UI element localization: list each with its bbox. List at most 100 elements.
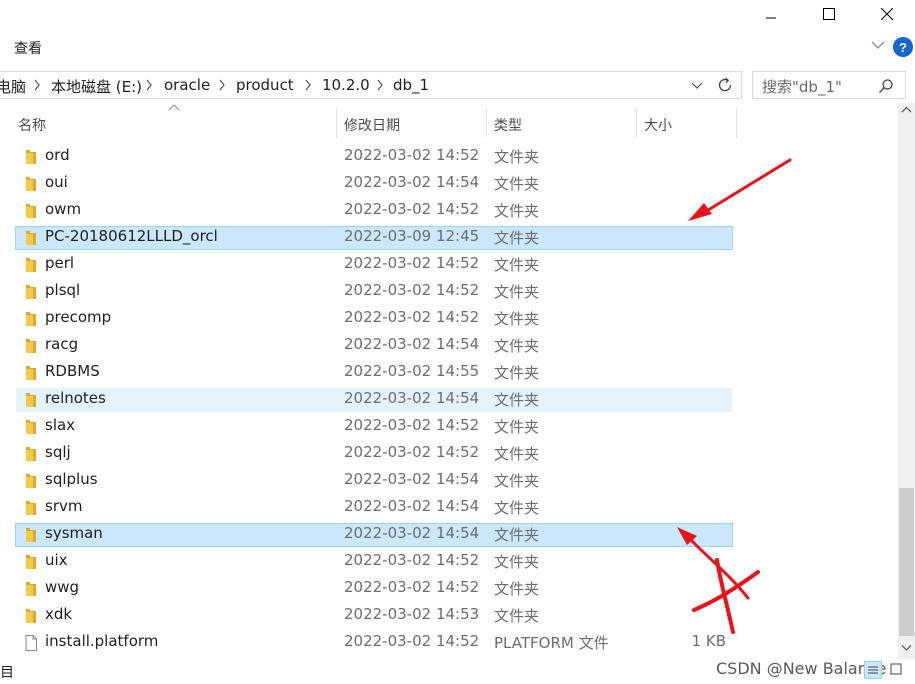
column-divider[interactable] bbox=[636, 108, 637, 138]
breadcrumb-version[interactable]: 10.2.0 bbox=[322, 76, 370, 94]
breadcrumb-oracle[interactable]: oracle bbox=[164, 76, 210, 94]
file-type: 文件夹 bbox=[494, 148, 540, 166]
file-date: 2022-03-02 14:52 bbox=[344, 308, 480, 326]
details-view-icon bbox=[868, 666, 878, 674]
column-divider[interactable] bbox=[486, 108, 487, 138]
file-name: slax bbox=[45, 416, 76, 434]
file-name: plsql bbox=[45, 281, 81, 299]
minimize-icon bbox=[766, 17, 776, 19]
column-header-name[interactable]: 名称 bbox=[18, 115, 46, 135]
file-row[interactable]: wwg 2022-03-02 14:52 文件夹 bbox=[16, 577, 732, 601]
file-date: 2022-03-02 14:54 bbox=[344, 389, 480, 407]
file-row[interactable]: precomp 2022-03-02 14:52 文件夹 bbox=[16, 307, 732, 331]
chevron-right-icon[interactable] bbox=[304, 78, 312, 92]
file-row[interactable]: slax 2022-03-02 14:52 文件夹 bbox=[16, 415, 732, 439]
file-row[interactable]: sqlj 2022-03-02 14:52 文件夹 bbox=[16, 442, 732, 466]
chevron-right-icon[interactable] bbox=[33, 78, 41, 92]
minimize-button[interactable] bbox=[748, 0, 794, 28]
file-date: 2022-03-09 12:45 bbox=[344, 227, 480, 245]
search-box[interactable]: 搜索"db_1" bbox=[752, 71, 906, 99]
search-placeholder: 搜索"db_1" bbox=[762, 78, 842, 96]
file-row[interactable]: install.platform 2022-03-02 14:52 PLATFORM… bbox=[16, 631, 732, 655]
chevron-right-icon[interactable] bbox=[376, 78, 384, 92]
file-row[interactable]: perl 2022-03-02 14:52 文件夹 bbox=[16, 253, 732, 277]
file-row[interactable]: PC-20180612LLLD_orcl 2022-03-09 12:45 文件夹 bbox=[15, 226, 733, 250]
csdn-watermark: CSDN @New Balance bbox=[716, 659, 887, 678]
scrollbar-thumb[interactable] bbox=[899, 488, 914, 636]
file-row[interactable]: ord 2022-03-02 14:52 文件夹 bbox=[16, 145, 732, 169]
help-button[interactable]: ? bbox=[893, 37, 913, 57]
folder-icon bbox=[26, 393, 36, 407]
ribbon-expand-chevron-icon[interactable] bbox=[871, 38, 885, 52]
file-name: precomp bbox=[45, 308, 112, 326]
file-date: 2022-03-02 14:52 bbox=[344, 281, 480, 299]
file-name: install.platform bbox=[45, 632, 159, 650]
file-name: wwg bbox=[45, 578, 80, 596]
close-icon bbox=[881, 8, 893, 20]
file-type: 文件夹 bbox=[494, 418, 540, 436]
folder-icon bbox=[26, 447, 36, 461]
file-row[interactable]: sqlplus 2022-03-02 14:54 文件夹 bbox=[16, 469, 732, 493]
folder-icon bbox=[26, 204, 36, 218]
file-type: 文件夹 bbox=[494, 391, 540, 409]
folder-icon bbox=[26, 609, 36, 623]
file-row[interactable]: xdk 2022-03-02 14:53 文件夹 bbox=[16, 604, 732, 628]
file-name: srvm bbox=[45, 497, 83, 515]
large-icons-view-icon bbox=[890, 663, 902, 675]
file-date: 2022-03-02 14:54 bbox=[344, 524, 480, 542]
file-name: owm bbox=[45, 200, 82, 218]
file-date: 2022-03-02 14:54 bbox=[344, 173, 480, 191]
address-bar[interactable]: 电脑 本地磁盘 (E:) oracle product 10.2.0 db_1 bbox=[0, 71, 742, 99]
file-name: racg bbox=[45, 335, 79, 353]
folder-icon bbox=[26, 150, 36, 164]
file-date: 2022-03-02 14:52 bbox=[344, 416, 480, 434]
column-header-type[interactable]: 类型 bbox=[494, 115, 522, 135]
scroll-up-arrow-icon[interactable] bbox=[901, 106, 912, 114]
breadcrumb-drive-e[interactable]: 本地磁盘 (E:) bbox=[51, 76, 142, 97]
maximize-icon bbox=[823, 8, 835, 20]
maximize-button[interactable] bbox=[806, 0, 852, 28]
file-date: 2022-03-02 14:52 bbox=[344, 551, 480, 569]
file-row[interactable]: oui 2022-03-02 14:54 文件夹 bbox=[16, 172, 732, 196]
breadcrumb-product[interactable]: product bbox=[236, 76, 294, 94]
file-name: sysman bbox=[45, 524, 103, 542]
column-divider[interactable] bbox=[336, 108, 337, 138]
question-mark-icon: ? bbox=[899, 39, 907, 55]
folder-icon bbox=[26, 582, 36, 596]
file-row[interactable]: uix 2022-03-02 14:52 文件夹 bbox=[16, 550, 732, 574]
chevron-right-icon[interactable] bbox=[218, 78, 226, 92]
file-date: 2022-03-02 14:54 bbox=[344, 335, 480, 353]
search-icon[interactable] bbox=[878, 78, 894, 94]
chevron-right-icon[interactable] bbox=[145, 78, 153, 92]
scroll-down-arrow-icon[interactable] bbox=[901, 644, 912, 652]
file-name: sqlplus bbox=[45, 470, 98, 488]
file-row[interactable]: racg 2022-03-02 14:54 文件夹 bbox=[16, 334, 732, 358]
folder-icon bbox=[26, 501, 36, 515]
file-row[interactable]: owm 2022-03-02 14:52 文件夹 bbox=[16, 199, 732, 223]
file-type: 文件夹 bbox=[494, 553, 540, 571]
file-type: 文件夹 bbox=[494, 499, 540, 517]
file-date: 2022-03-02 14:53 bbox=[344, 605, 480, 623]
address-dropdown-chevron-icon[interactable] bbox=[691, 82, 703, 90]
breadcrumb-pc[interactable]: 电脑 bbox=[0, 76, 26, 97]
breadcrumb-db1[interactable]: db_1 bbox=[393, 76, 429, 94]
column-header-date[interactable]: 修改日期 bbox=[344, 115, 400, 135]
ribbon-tab-view[interactable]: 查看 bbox=[14, 38, 42, 58]
file-date: 2022-03-02 14:52 bbox=[344, 632, 480, 650]
file-row[interactable]: relnotes 2022-03-02 14:54 文件夹 bbox=[16, 388, 732, 412]
file-row[interactable]: sysman 2022-03-02 14:54 文件夹 bbox=[15, 523, 733, 547]
refresh-icon[interactable] bbox=[716, 76, 734, 94]
file-row[interactable]: RDBMS 2022-03-02 14:55 文件夹 bbox=[16, 361, 732, 385]
file-row[interactable]: srvm 2022-03-02 14:54 文件夹 bbox=[16, 496, 732, 520]
folder-icon bbox=[26, 258, 36, 272]
folder-icon bbox=[26, 555, 36, 569]
file-row[interactable]: plsql 2022-03-02 14:52 文件夹 bbox=[16, 280, 732, 304]
column-header-size[interactable]: 大小 bbox=[644, 115, 672, 135]
folder-icon bbox=[26, 339, 36, 353]
details-view-button[interactable] bbox=[864, 661, 882, 679]
column-divider[interactable] bbox=[736, 108, 737, 138]
file-date: 2022-03-02 14:55 bbox=[344, 362, 480, 380]
large-icons-view-button[interactable] bbox=[888, 661, 906, 679]
file-name: perl bbox=[45, 254, 75, 272]
close-button[interactable] bbox=[864, 0, 910, 28]
